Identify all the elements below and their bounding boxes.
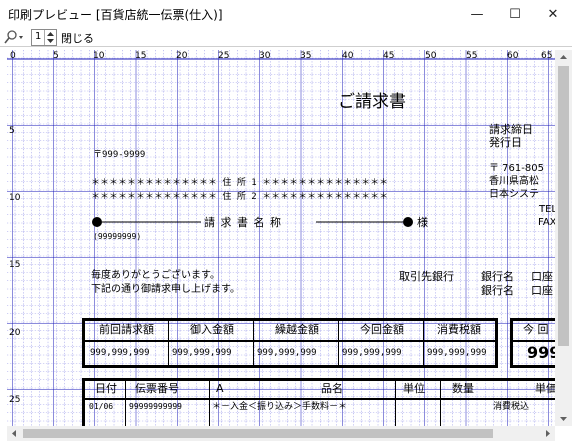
detail-header-quantity: 数量 [452, 382, 474, 395]
billing-amount-header: 今 回 [523, 323, 549, 336]
client-code: (99999999) [93, 232, 142, 241]
summary-header-tax: 消費税額 [437, 323, 481, 336]
ruler-mark: 65 [541, 51, 553, 61]
summary-value-carryover: 999,999,999 [257, 348, 317, 358]
ruler-mark: 15 [135, 51, 147, 61]
billing-close-date-label: 請求締日 [489, 123, 533, 136]
detail-header-date: 日付 [95, 382, 117, 395]
company-postal-code: 〒 761-805 [489, 163, 544, 174]
bank-label: 取引先銀行 [399, 270, 454, 283]
detail-cell-slip-number: 99999999999 [129, 402, 182, 411]
zoom-button[interactable] [4, 29, 28, 45]
detail-header-item: 品名 [321, 382, 343, 395]
summary-value-received: 999,999,999 [172, 348, 232, 358]
ruler-mark: 60 [507, 51, 519, 61]
ruler-mark: 0 [10, 51, 16, 61]
ruler-mark: 5 [9, 126, 15, 136]
ruler-mark: 15 [9, 260, 21, 270]
ruler-mark: 45 [383, 51, 395, 61]
summary-header-previous: 前回請求額 [99, 323, 154, 336]
honorific-label: 様 [417, 216, 428, 229]
magnifier-icon [4, 30, 23, 44]
summary-value-current: 999,999,999 [342, 348, 402, 358]
ruler-mark: 10 [9, 193, 21, 203]
customer-postal-code: 〒999-9999 [93, 150, 146, 160]
page-number-field[interactable]: 1 [31, 29, 57, 46]
detail-header-a: A [216, 382, 224, 395]
close-preview-button[interactable]: 閉じる [61, 30, 94, 46]
spinner-arrows-icon [47, 32, 54, 43]
detail-header-unit-price: 単価 [535, 382, 555, 395]
ruler-mark: 20 [176, 51, 188, 61]
bank-name-label-2: 銀行名 [481, 284, 514, 297]
summary-value-tax: 999,999,999 [427, 348, 487, 358]
summary-table: 前回請求額 御入金額 繰越金額 今回金額 消費税額 999,999,999 99… [82, 318, 498, 368]
page-number-value: 1 [35, 31, 42, 42]
company-fax-label: FAX [538, 217, 555, 228]
ruler-mark: 25 [9, 395, 21, 405]
bank-name-label-1: 銀行名 [481, 270, 514, 283]
document-title: ご請求書 [338, 92, 406, 112]
horizontal-scrollbar[interactable] [7, 426, 555, 441]
summary-header-current: 今回金額 [360, 323, 404, 336]
client-name-placeholder: 請 求 書 名 称 [204, 216, 282, 229]
close-window-button[interactable]: ✕ [534, 0, 572, 28]
maximize-button[interactable]: ☐ [496, 0, 534, 28]
company-tel-label: TEL [539, 204, 555, 215]
ruler-mark: 5 [53, 51, 59, 61]
print-preview-page: 0 5 10 15 20 25 30 35 40 45 50 55 60 65 … [7, 50, 555, 437]
company-name: 日本システ [489, 189, 539, 200]
summary-header-carryover: 繰越金額 [275, 323, 319, 336]
detail-cell-tax-note: 消費税込 [493, 402, 530, 412]
minimize-button[interactable]: — [458, 0, 496, 28]
summary-header-received: 御入金額 [190, 323, 234, 336]
ruler-mark: 30 [259, 51, 271, 61]
greeting-line1: 毎度ありがとうございます。 [91, 270, 220, 281]
minimize-icon: — [470, 6, 484, 22]
ruler-mark: 20 [9, 328, 21, 338]
scroll-left-icon [12, 430, 16, 437]
ruler-mark: 40 [342, 51, 354, 61]
billing-amount-box: 今 回 999 [510, 318, 555, 368]
customer-address-line2: ＊＊＊＊＊＊＊＊＊＊＊＊＊＊ 住 所 2 ＊＊＊＊＊＊＊＊＊＊＊＊＊＊ [91, 192, 389, 202]
bank-account-label-1: 口座 [531, 270, 553, 283]
page-spinner[interactable] [44, 30, 56, 45]
title-bar: 印刷プレビュー [百貨店統一伝票(仕入)] — ☐ ✕ [0, 0, 572, 28]
greeting-line2: 下記の通り御請求申し上げます。 [91, 284, 240, 295]
vertical-scroll-thumb[interactable] [558, 66, 569, 346]
summary-value-previous: 999,999,999 [90, 348, 150, 358]
toolbar: 1 閉じる [0, 28, 572, 46]
customer-address-line1: ＊＊＊＊＊＊＊＊＊＊＊＊＊＊ 住 所 1 ＊＊＊＊＊＊＊＊＊＊＊＊＊＊ [91, 178, 389, 188]
detail-header-unit: 単位 [403, 382, 425, 395]
bank-account-label-2: 口座 [531, 284, 553, 297]
scroll-down-icon [560, 417, 567, 421]
scroll-right-icon [546, 430, 550, 437]
billing-amount-value: 999 [527, 343, 555, 362]
ruler-mark: 50 [425, 51, 437, 61]
ruler-mark: 35 [300, 51, 312, 61]
ruler-mark: 10 [93, 51, 105, 61]
detail-header-slip-number: 伝票番号 [135, 382, 179, 395]
maximize-icon: ☐ [509, 6, 521, 22]
detail-cell-description: ＊－入金＜振り込み＞手数料－＊ [212, 402, 348, 412]
detail-cell-date: 01/06 [89, 402, 114, 411]
ruler-mark: 25 [218, 51, 230, 61]
issue-date-label: 発行日 [489, 136, 522, 149]
ruler-mark: 55 [466, 51, 478, 61]
company-address: 香川県高松 [489, 176, 539, 187]
close-icon: ✕ [547, 6, 559, 22]
window-title: 印刷プレビュー [百貨店統一伝票(仕入)] [8, 8, 223, 22]
horizontal-scroll-thumb[interactable] [23, 429, 493, 438]
scroll-up-icon [560, 55, 567, 59]
vertical-scrollbar[interactable] [555, 50, 572, 426]
